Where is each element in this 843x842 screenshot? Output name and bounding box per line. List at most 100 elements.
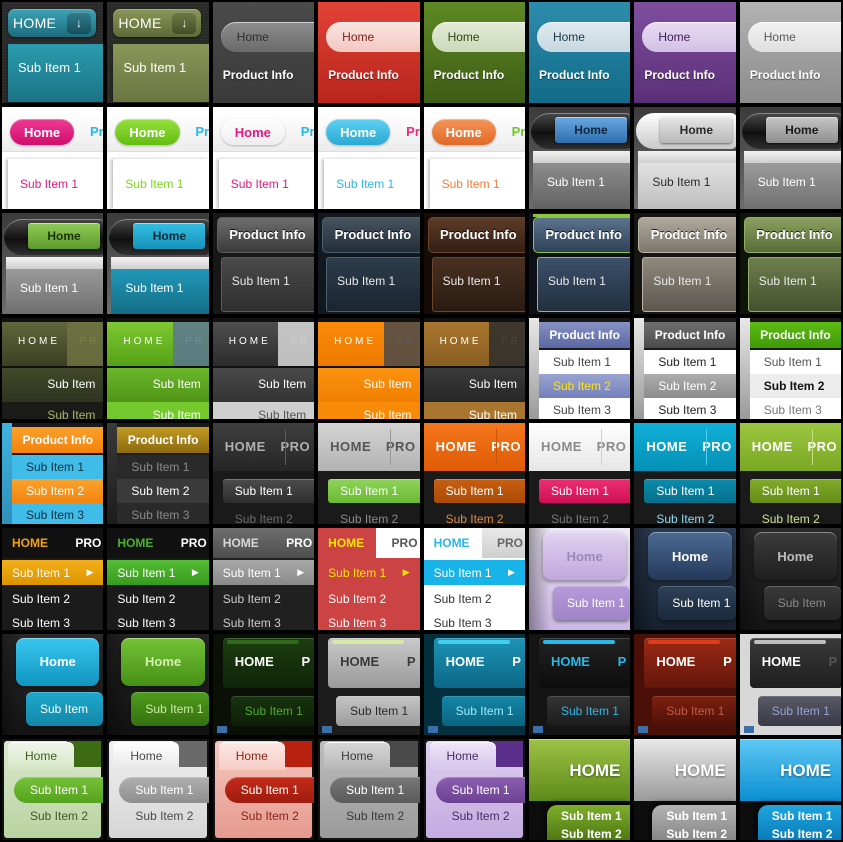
home-label[interactable]: HOME [223, 536, 259, 550]
menu-template-thumbnail[interactable]: Product Info Sub Item 1 Sub Item 2 Sub Item… [526, 315, 633, 421]
menu-template-thumbnail[interactable]: HOME ↓ Sub Item 1 [105, 0, 211, 106]
sub-item-1[interactable]: Sub Item 1 [435, 776, 525, 803]
sub-item-1-label[interactable]: Sub Item 1 [442, 177, 500, 191]
submenu-item-2[interactable]: Sub Item [318, 401, 420, 419]
sub-item-2[interactable]: Sub Item 2 [223, 507, 314, 524]
arrow-down-icon[interactable]: ↓ [67, 12, 91, 34]
sub-item-2[interactable]: Sub Item 2 [538, 373, 631, 398]
home-label[interactable]: HOME [340, 654, 379, 669]
home-tab[interactable]: Home [747, 22, 842, 52]
home-tab[interactable]: Home [326, 22, 420, 52]
submenu-item-2[interactable]: Sub Item [423, 401, 525, 419]
sub-item-1[interactable]: Sub Item 1 ▶ [107, 560, 209, 586]
home-menu-button[interactable]: Home [765, 117, 838, 144]
home-label[interactable]: HOME [123, 336, 165, 347]
product-info-label[interactable]: PRO [181, 536, 207, 550]
menu-template-thumbnail[interactable]: HOME P Sub Item 1 [526, 631, 633, 737]
menu-template-thumbnail[interactable]: Home Pr Sub Item 1 [0, 105, 106, 211]
sub-item-2[interactable]: Sub Item 2 [12, 479, 104, 503]
sub-item-2[interactable]: Sub Item 2 [318, 586, 419, 611]
home-menu-button[interactable]: Home [431, 119, 496, 146]
product-info-label[interactable]: PRO [392, 536, 418, 550]
home-label[interactable]: HOME [328, 536, 364, 550]
home-label[interactable]: HOME [334, 336, 376, 347]
product-info-label[interactable]: PRO [286, 536, 312, 550]
sub-item-1-label[interactable]: Sub Item 1 [759, 274, 817, 288]
home-label[interactable]: HOME [762, 654, 801, 669]
product-info-label[interactable]: P [407, 654, 416, 669]
sub-item-2[interactable]: Sub Item 2 [539, 507, 630, 524]
menu-template-thumbnail[interactable]: HOME P Sub Item 1 [737, 631, 843, 737]
sub-item-1[interactable]: Sub Item 1 [546, 695, 631, 726]
sub-item-1[interactable]: Sub Item [763, 586, 842, 621]
product-info-label[interactable]: Pr [90, 124, 103, 139]
sub-item-1-label[interactable]: Sub Item 1 [652, 175, 710, 189]
home-tab[interactable]: Home [220, 22, 315, 52]
home-tab[interactable]: Home [642, 22, 736, 52]
submenu-item-1[interactable]: Sub Item [2, 367, 104, 402]
arrow-down-icon[interactable]: ↓ [172, 12, 197, 34]
sub-item-2-label[interactable]: Sub Item 2 [561, 827, 622, 840]
home-menu-button[interactable]: Home [28, 222, 100, 249]
sub-item-1[interactable]: Sub Item 1 [552, 586, 631, 621]
submenu-item-2[interactable]: Sub Item [212, 401, 315, 419]
product-info-label[interactable]: P [828, 654, 837, 669]
sub-item-1[interactable]: Sub Item 1 [749, 479, 842, 503]
sub-item-2[interactable]: Sub Item 2 [749, 373, 842, 398]
product-info-label[interactable]: Product Info [644, 68, 715, 82]
sub-item-1-label[interactable]: Sub Item 1 [231, 177, 289, 191]
sub-item-3[interactable]: Sub Item 3 [2, 610, 103, 630]
scroll-gutter[interactable] [634, 317, 645, 419]
sub-item-2-label[interactable]: Sub Item 2 [666, 827, 727, 840]
product-info-label[interactable]: Pr [406, 124, 419, 139]
product-info-label[interactable]: Product Info [539, 68, 610, 82]
menu-template-thumbnail[interactable]: Product Info Sub Item 1 Sub Item 2 Sub Item… [737, 315, 843, 421]
product-info-label[interactable]: PRO [497, 536, 523, 550]
home-label[interactable]: HOME [434, 536, 470, 550]
home-label[interactable]: HOME [440, 336, 482, 347]
menu-template-thumbnail[interactable]: HOME P Sub Item 1 [316, 631, 422, 737]
sub-item-1-label[interactable]: Sub Item 1 [20, 177, 78, 191]
home-label[interactable]: HOME [541, 439, 582, 454]
home-tab[interactable]: Home [218, 741, 285, 770]
sub-item-1[interactable]: Sub Item 1 [222, 479, 315, 503]
sub-item-2[interactable]: Sub Item 2 [644, 507, 735, 524]
sub-item-1-label[interactable]: Sub Item 1 [443, 274, 501, 288]
product-info-button[interactable]: Product Info [743, 216, 842, 253]
home-label[interactable]: HOME [225, 439, 266, 454]
menu-template-thumbnail[interactable]: Home Pr Sub Item 1 [210, 105, 317, 211]
home-label[interactable]: HOME [446, 654, 485, 669]
menu-template-thumbnail[interactable]: HOME PRO Sub Item 1 ▶ Sub Item 2 Sub Item 3 [316, 526, 422, 632]
menu-template-thumbnail[interactable]: Product Info Sub Item 1 [210, 210, 317, 316]
sub-item-1[interactable]: Sub Item 1 [224, 776, 315, 803]
product-info-button[interactable]: Product Info [749, 321, 842, 348]
sub-item-1-label[interactable]: Sub Item 1 [548, 274, 606, 288]
home-label[interactable]: HOME [18, 336, 60, 347]
menu-template-thumbnail[interactable]: Home Sub Item 1 Sub Item 2 [0, 736, 106, 842]
sub-item-1[interactable]: Sub Item 1 ▶ [2, 560, 104, 586]
menu-template-thumbnail[interactable]: Home Product Info [316, 0, 422, 106]
sub-item-3[interactable]: Sub Item 3 [107, 610, 208, 630]
sub-item-2[interactable]: Sub Item 2 [436, 809, 510, 823]
product-info-label[interactable]: Product Info [434, 68, 505, 82]
submenu-item-1[interactable]: Sub Item [423, 367, 525, 402]
menu-template-thumbnail[interactable]: Home Sub Item 1 Sub Item 2 [316, 736, 422, 842]
menu-template-thumbnail[interactable]: Product Info Sub Item 1 [316, 210, 422, 316]
menu-template-thumbnail[interactable]: Product Info Sub Item 1 [737, 210, 843, 316]
menu-template-thumbnail[interactable]: HOME ↓ Sub Item 1 [0, 0, 106, 106]
menu-template-thumbnail[interactable]: Home Sub Item [0, 631, 106, 737]
sub-item-1[interactable]: Sub Item [26, 691, 104, 726]
scroll-gutter[interactable] [528, 317, 539, 419]
home-menu-button[interactable]: Home [133, 222, 206, 249]
home-menu-button[interactable]: HOME ↓ [8, 9, 96, 37]
menu-template-thumbnail[interactable]: Home Sub Item 1 Sub Item 2 [105, 736, 211, 842]
home-tab[interactable]: Home [8, 741, 74, 770]
sub-item-1-label[interactable]: Sub Item 1 [758, 175, 816, 189]
menu-template-thumbnail[interactable]: HOME PRO Sub Item 1 Sub Item 2 [632, 421, 738, 527]
sub-item-2[interactable]: Sub Item 2 [225, 809, 299, 823]
home-tab[interactable]: Home [429, 741, 496, 770]
menu-template-thumbnail[interactable]: HOMEPRSub ItemSub Item [105, 315, 211, 421]
sub-item-1-label[interactable]: Sub Item 1 [772, 809, 833, 823]
menu-template-thumbnail[interactable]: Home Sub Item 1 [526, 105, 633, 211]
menu-template-thumbnail[interactable]: Home Product Info [526, 0, 633, 106]
